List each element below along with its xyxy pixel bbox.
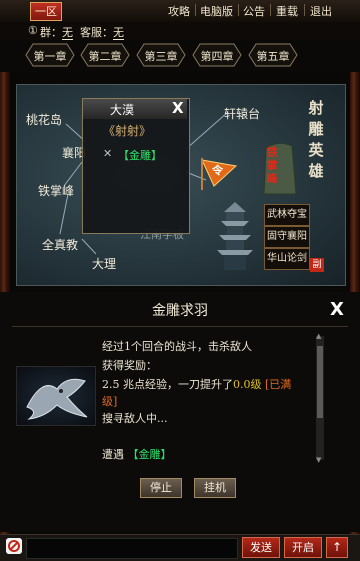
activity-treasure-button[interactable]: 武林夺宝 [264,204,310,226]
send-button[interactable]: 发送 [242,537,280,558]
menu-separator [238,4,239,16]
golden-eagle-icon [16,366,96,426]
game-title-vertical: 射 雕 英 雄 [306,98,326,182]
menu-guide[interactable]: 攻略 [168,3,190,19]
popup-close-button[interactable]: X [172,99,184,117]
service-info: 客服：无 [80,24,124,40]
server-tab[interactable]: 一区 [30,2,62,21]
log-level-value: 0.0级 [233,378,262,391]
log-scroll-thumb[interactable] [317,346,323,418]
log-level-status: [已满 [265,378,292,391]
title-char: 英 [308,141,324,159]
log-line-search: 搜寻敌人中... [102,412,168,425]
title-char: 雄 [308,162,324,180]
stop-button[interactable]: 停止 [140,478,182,498]
menu-pc-version[interactable]: 电脑版 [200,3,233,19]
auto-battle-button[interactable]: 挂机 [194,478,236,498]
group-number-icon: ① [28,24,38,37]
crossed-swords-icon: ✕ [103,147,113,160]
map-place-quanzhenjiao[interactable]: 全真教 [42,236,78,253]
menu-reload[interactable]: 重载 [276,3,298,19]
log-line-exp: 2.5 兆点经验，一刀提升了0.0级 [已满 [102,376,291,392]
popup-enemy-link[interactable]: 【金雕】 [118,147,162,163]
open-button[interactable]: 开启 [284,537,322,558]
group-value[interactable]: 无 [62,26,73,40]
scroll-top-button[interactable]: ↑ [326,537,348,558]
chapter-label: 第五章 [256,50,290,63]
popup-title: 大漠 [110,103,135,117]
group-info: 群：无 [40,24,73,40]
log-line-battle: 经过1个回合的战斗，击杀敌人 [102,340,252,353]
menu-exit[interactable]: 退出 [310,3,332,19]
title-char: 雕 [308,120,324,138]
chat-channel-icon[interactable] [6,538,22,554]
chapter-1[interactable]: 第一章 [25,43,75,67]
activity-defend-button[interactable]: 固守襄阳 [264,226,310,248]
chapter-3[interactable]: 第三章 [136,43,186,67]
map-place-taohuadao[interactable]: 桃花岛 [26,111,62,128]
log-exp-text: 2.5 兆点经验，一刀提升了 [102,378,233,391]
map-place-xuanyuantai[interactable]: 轩辕台 [224,105,260,122]
log-line-reward: 获得奖励： [102,359,157,372]
quest-title: 金雕求羽 [152,303,208,319]
activity-huashan-button[interactable]: 华山论剑 [264,248,310,270]
chapter-label: 第四章 [200,50,234,63]
menu-separator [270,4,271,16]
menu-notice[interactable]: 公告 [243,3,265,19]
stone-marker-text: 铁 掌 峰 [266,146,278,185]
chapter-label: 第一章 [33,50,67,63]
scroll-up-icon[interactable]: ▲ [316,332,321,340]
log-line-encounter: 遭遇 【金雕】 [102,446,172,462]
scroll-down-icon[interactable]: ▼ [316,456,321,464]
map-place-tiezhangfeng[interactable]: 铁掌峰 [38,182,74,199]
map-place-dali[interactable]: 大理 [92,255,116,272]
group-label: 群： [40,26,62,39]
service-value[interactable]: 无 [113,26,124,40]
menu-separator [195,4,196,16]
chapter-5[interactable]: 第五章 [248,43,298,67]
log-enemy-link[interactable]: 【金雕】 [128,448,172,461]
quest-close-button[interactable]: X [330,299,344,320]
popup-book-title: 《射射》 [103,124,152,138]
red-seal-stamp: 副 [310,258,324,272]
chapter-2[interactable]: 第二章 [80,43,130,67]
log-level-status-cont: 级] [102,395,118,408]
chapter-label: 第三章 [144,50,178,63]
quest-divider [12,326,348,327]
chapter-4[interactable]: 第四章 [192,43,242,67]
menu-separator [304,4,305,16]
service-label: 客服： [80,26,113,39]
pagoda-icon[interactable] [210,200,260,272]
flag-text: 令 [212,164,223,177]
log-encounter-label: 遭遇 [102,448,124,461]
chapter-label: 第二章 [88,50,122,63]
title-char: 射 [308,99,324,117]
chat-input[interactable] [26,538,238,559]
